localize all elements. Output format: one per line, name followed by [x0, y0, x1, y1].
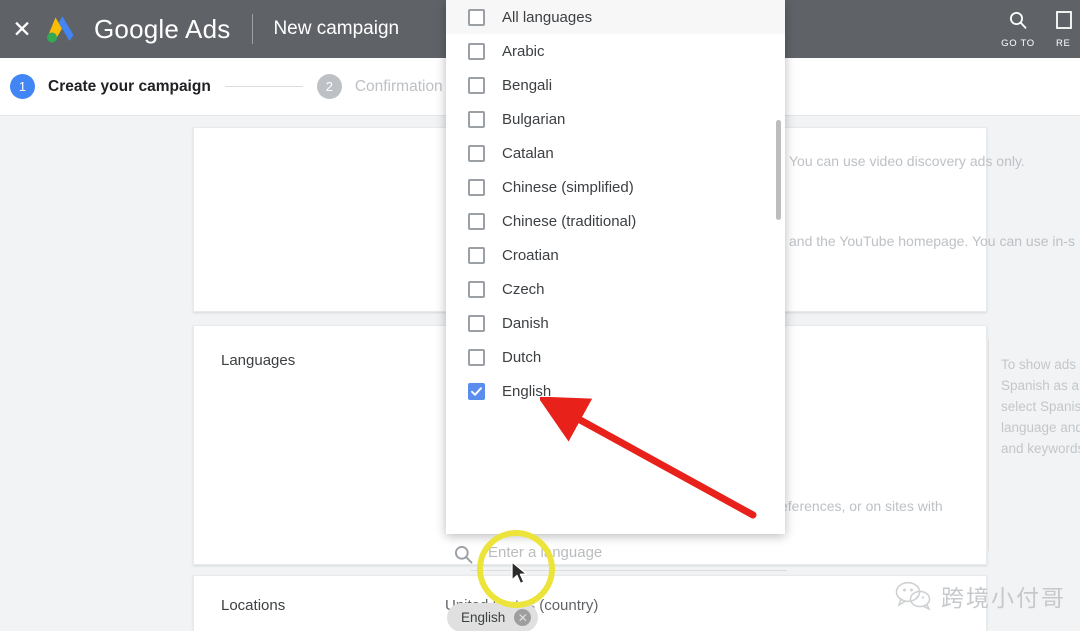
language-option-label: Arabic — [502, 42, 545, 60]
language-option-danish[interactable]: Danish — [446, 306, 785, 340]
reports-button[interactable]: RE — [1050, 0, 1080, 58]
checkbox-icon[interactable] — [468, 144, 485, 162]
languages-inline-note: eferences, or on sites with — [780, 498, 943, 514]
checkbox-icon[interactable] — [468, 178, 485, 196]
content-area: You can use video discovery ads only. an… — [0, 0, 1080, 631]
language-option-label: English — [502, 382, 552, 400]
languages-label: Languages — [221, 352, 296, 369]
wechat-icon — [895, 581, 931, 611]
locations-card: Locations United States (country) — [193, 575, 987, 631]
networks-note-2: and the YouTube homepage. You can use in… — [789, 233, 1075, 249]
checkbox-icon[interactable] — [468, 280, 485, 298]
languages-helper-line-0: To show ads — [1001, 357, 1077, 372]
language-option-chinese-traditional[interactable]: Chinese (traditional) — [446, 204, 785, 238]
helper-divider — [988, 339, 989, 551]
checkbox-icon[interactable] — [468, 42, 485, 60]
language-option-croatian[interactable]: Croatian — [446, 238, 785, 272]
language-option-chinese-simplified[interactable]: Chinese (simplified) — [446, 170, 785, 204]
watermark: 跨境小付哥 — [895, 579, 1066, 613]
mouse-pointer-icon — [511, 561, 528, 585]
language-option-label: Catalan — [502, 144, 554, 162]
step-create-campaign[interactable]: 1 Create your campaign — [10, 74, 211, 99]
language-option-label: Chinese (traditional) — [502, 212, 637, 230]
step-number-2: 2 — [316, 74, 342, 99]
checkbox-icon[interactable] — [468, 246, 485, 264]
language-option-label: Danish — [502, 314, 549, 332]
stepper-connector — [224, 86, 303, 87]
languages-helper-line-3: language and — [1001, 420, 1080, 435]
language-option-all-languages[interactable]: All languages — [446, 0, 785, 34]
checkbox-icon[interactable] — [468, 8, 485, 26]
reports-icon — [1056, 10, 1074, 35]
checkbox-checked-icon[interactable] — [468, 382, 485, 400]
language-option-label: Bulgarian — [502, 110, 566, 128]
language-option-list: All languages Arabic Bengali Bulgarian C… — [446, 0, 785, 408]
checkbox-icon[interactable] — [468, 110, 485, 128]
chip-label: English — [461, 610, 506, 625]
selected-language-chip[interactable]: English ✕ — [447, 603, 539, 631]
language-option-label: Croatian — [502, 246, 559, 264]
close-icon[interactable]: ✕ — [514, 609, 532, 626]
goto-search-button[interactable]: GO TO — [986, 0, 1050, 58]
dropdown-scrollbar-thumb[interactable] — [776, 120, 781, 220]
language-option-label: Czech — [502, 280, 545, 298]
networks-note-1: You can use video discovery ads only. — [789, 153, 1025, 169]
language-option-label: Bengali — [502, 76, 553, 94]
language-option-label: All languages — [502, 8, 593, 26]
language-option-english[interactable]: English — [446, 374, 785, 408]
language-option-catalan[interactable]: Catalan — [446, 136, 785, 170]
checkbox-icon[interactable] — [468, 76, 485, 94]
language-option-arabic[interactable]: Arabic — [446, 34, 785, 68]
header-divider — [252, 14, 254, 44]
watermark-text: 跨境小付哥 — [941, 586, 1066, 612]
screen-root: ✕ Google Ads New campaign GO TO RE 1 Cre… — [0, 0, 1080, 631]
locations-label: Locations — [221, 597, 286, 614]
language-dropdown[interactable]: All languages Arabic Bengali Bulgarian C… — [446, 0, 785, 534]
goto-label: GO TO — [1001, 37, 1035, 49]
step-label-1: Create your campaign — [48, 77, 211, 95]
page-title: New campaign — [273, 18, 400, 39]
language-option-dutch[interactable]: Dutch — [446, 340, 785, 374]
step-confirmation[interactable]: 2 Confirmation — [316, 74, 443, 99]
step-label-2: Confirmation — [354, 77, 443, 95]
google-ads-logo — [42, 11, 82, 47]
languages-helper-line-4: and keywords — [1001, 441, 1080, 456]
close-icon[interactable]: ✕ — [0, 0, 42, 58]
language-option-label: Chinese (simplified) — [502, 178, 634, 196]
step-number-1: 1 — [10, 74, 35, 99]
search-icon — [1008, 10, 1028, 35]
languages-helper-line-1: Spanish as a — [1001, 378, 1080, 393]
language-option-bengali[interactable]: Bengali — [446, 68, 785, 102]
language-option-label: Dutch — [502, 348, 542, 366]
language-option-czech[interactable]: Czech — [446, 272, 785, 306]
search-icon — [453, 544, 474, 570]
reports-label: RE — [1056, 37, 1071, 49]
checkbox-icon[interactable] — [468, 212, 485, 230]
checkbox-icon[interactable] — [468, 314, 485, 332]
checkbox-icon[interactable] — [468, 348, 485, 366]
language-option-bulgarian[interactable]: Bulgarian — [446, 102, 785, 136]
languages-helper-line-2: select Spanis — [1001, 399, 1080, 414]
brand-name: Google Ads — [94, 13, 231, 44]
